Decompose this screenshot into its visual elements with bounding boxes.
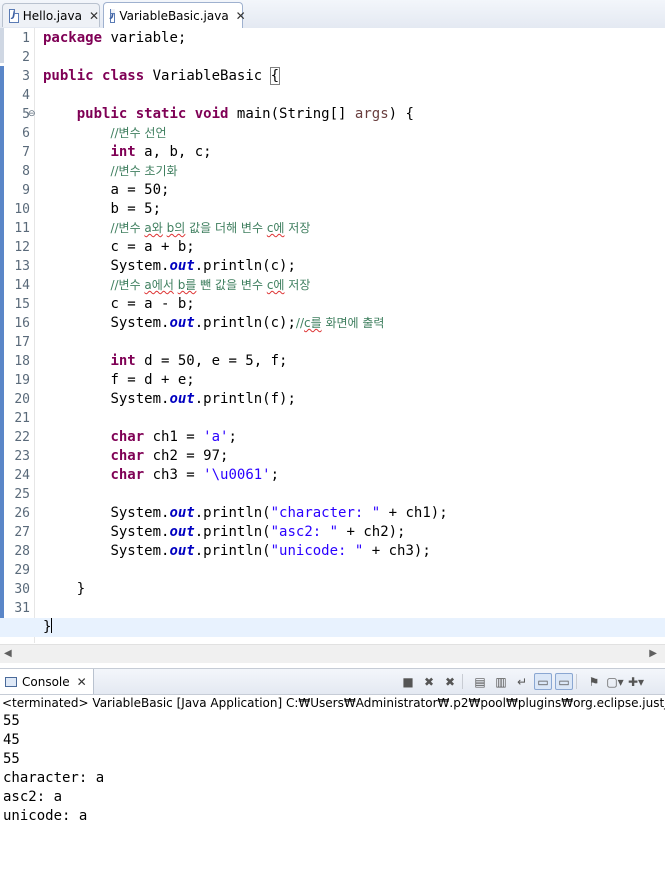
line-number: 7 [22,145,30,160]
line-number: 10 [14,202,30,217]
remove-all-icon[interactable]: ✖ [441,673,459,690]
console-output-line: unicode: a [3,808,88,824]
scroll-lock-icon[interactable]: ▥ [492,673,510,690]
line-number-gutter: 1 2 3 4 5 6 7 8 9 10 11 12 13 14 15 16 17 18 19 20 21 22 23 24 2… [4,28,35,643]
console-status-text: <terminated> VariableBasic [Java Applica… [2,696,665,710]
line-number: 23 [14,449,30,464]
tab-console[interactable]: Console ✕ [0,669,94,694]
code-line-32: } [0,618,665,637]
tab-label: Console [22,674,70,689]
console-tab-bar: Console ✕ ■ ✖ ✖ ▤ ▥ ↵ ▭ ▭ ⚑ ▢▾ ✚▾ [0,668,665,695]
tab-label: VariableBasic.java [119,8,229,23]
close-icon[interactable]: ✕ [236,9,246,23]
code-line-10: b = 5; [110,201,162,217]
line-number: 12 [14,240,30,255]
line-number: 31 [14,601,30,616]
line-number: 30 [14,582,30,597]
line-number: 21 [14,411,30,426]
line-number: 22 [14,430,30,445]
code-line-22: char ch1 = 'a'; [110,429,237,445]
code-line-19: f = d + e; [110,372,195,388]
line-number: 14 [14,278,30,293]
code-line-24: char ch3 = '\u0061'; [110,467,280,483]
code-line-1: package variable; [43,30,187,46]
show-on-stdout-icon[interactable]: ▭ [534,673,552,690]
line-number: 25 [14,487,30,502]
console-output-line: character: a [3,770,105,786]
line-number: 8 [22,164,30,179]
console-output-line: 45 [3,732,20,748]
close-icon[interactable]: ✕ [89,9,99,23]
code-line-11: //변수 a와 b의 값을 더해 변수 c에 저장 [110,221,311,235]
console-icon [5,676,17,687]
close-icon[interactable]: ✕ [77,675,87,689]
java-file-icon: J [110,8,116,23]
scroll-left-icon[interactable]: ◀ [4,648,12,659]
code-line-30: } [76,581,86,597]
open-console-icon[interactable]: ✚▾ [627,673,645,690]
code-line-8: //변수 초기화 [110,164,178,178]
code-line-5: public static void main(String[] args) { [76,106,414,122]
horizontal-scrollbar[interactable]: ◀ ▶ [0,644,665,663]
line-number: 19 [14,373,30,388]
line-number: 16 [14,316,30,331]
scroll-right-icon[interactable]: ▶ [649,648,657,659]
code-editor[interactable]: 1 2 3 4 5 6 7 8 9 10 11 12 13 14 15 16 17 18 19 20 21 22 23 24 2… [0,28,665,643]
toolbar-separator [576,674,582,689]
code-line-12: c = a + b; [110,239,195,255]
clear-console-icon[interactable]: ▤ [471,673,489,690]
code-line-15: c = a - b; [110,296,195,312]
line-number: 20 [14,392,30,407]
code-line-18: int d = 50, e = 5, f; [110,353,288,369]
editor-tab-bar: J Hello.java ✕ J VariableBasic.java ✕ [0,0,665,29]
fold-collapse-icon[interactable]: ⊖ [28,110,37,119]
code-line-28: System.out.println("unicode: " + ch3); [110,543,431,559]
line-number: 3 [22,69,30,84]
line-number: 27 [14,525,30,540]
show-on-stderr-icon[interactable]: ▭ [555,673,573,690]
line-number: 9 [22,183,30,198]
line-number: 13 [14,259,30,274]
java-file-icon: J [9,8,19,23]
tab-hello-java[interactable]: J Hello.java ✕ [2,3,100,27]
code-line-14: //변수 a에서 b를 뺀 값을 변수 c에 저장 [110,278,311,292]
console-toolbar: ■ ✖ ✖ ▤ ▥ ↵ ▭ ▭ ⚑ ▢▾ ✚▾ [399,673,645,690]
toolbar-separator [462,674,468,689]
line-number: 18 [14,354,30,369]
remove-launch-icon[interactable]: ✖ [420,673,438,690]
line-number: 15 [14,297,30,312]
code-line-20: System.out.println(f); [110,391,296,407]
line-number: 4 [22,88,30,103]
word-wrap-icon[interactable]: ↵ [513,673,531,690]
code-line-26: System.out.println("character: " + ch1); [110,505,448,521]
code-line-6: //변수 선언 [110,126,167,140]
line-number: 11 [14,221,30,236]
console-output[interactable]: 55 45 55 character: a asc2: a unicode: a [0,712,665,826]
console-output-line: 55 [3,713,20,729]
display-console-icon[interactable]: ▢▾ [606,673,624,690]
code-line-9: a = 50; [110,182,170,198]
line-number: 28 [14,544,30,559]
terminate-icon[interactable]: ■ [399,673,417,690]
line-number: 29 [14,563,30,578]
pin-console-icon[interactable]: ⚑ [585,673,603,690]
code-line-23: char ch2 = 97; [110,448,229,464]
tab-variablebasic-java[interactable]: J VariableBasic.java ✕ [103,2,246,28]
line-number: 1 [22,31,30,46]
line-number: 2 [22,50,30,65]
tab-label: Hello.java [22,8,82,23]
line-number: 26 [14,506,30,521]
console-output-line: asc2: a [3,789,63,805]
line-number: 17 [14,335,30,350]
code-line-16: System.out.println(c);//c를 화면에 출력 [110,315,385,331]
line-number: 6 [22,126,30,141]
code-line-7: int a, b, c; [110,144,212,160]
code-text[interactable]: package variable; public class VariableB… [0,28,665,643]
code-line-13: System.out.println(c); [110,258,296,274]
code-line-27: System.out.println("asc2: " + ch2); [110,524,406,540]
text-caret [51,618,53,633]
code-line-3: public class VariableBasic { [43,67,281,85]
line-number: 24 [14,468,30,483]
console-output-line: 55 [3,751,20,767]
